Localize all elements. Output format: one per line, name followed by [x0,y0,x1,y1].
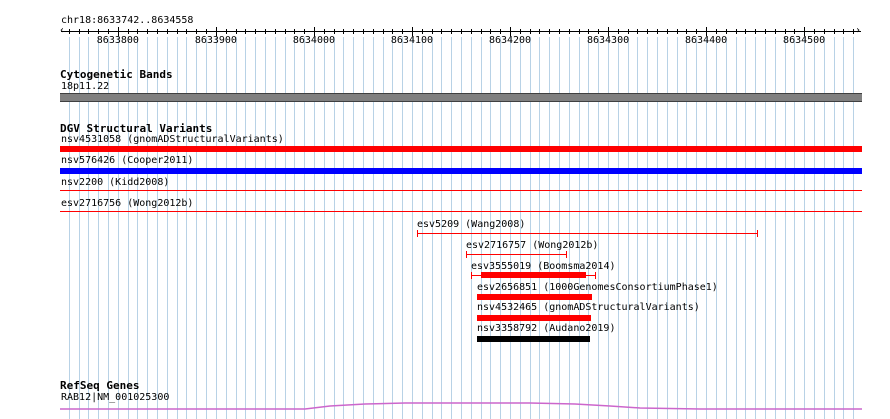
variant-bar[interactable] [481,272,586,278]
ruler-left-arrow-icon: ‹ [59,25,66,36]
variant-label: nsv576426 (Cooper2011) [61,155,194,166]
ruler-tick-label: 8633800 [96,35,139,46]
variant-label: nsv4532465 (gnomADStructuralVariants) [477,302,700,313]
ruler-tick-label: 8634200 [488,35,532,46]
variant-label: esv5209 (Wang2008) [417,219,526,230]
variant-line[interactable] [60,190,862,191]
variant-line[interactable] [417,233,758,234]
variant-end-tick [595,272,596,279]
variant-label: esv2656851 (1000GenomesConsortiumPhase1) [477,282,718,293]
cytoband-track-title: Cytogenetic Bands [60,68,173,81]
variant-label: nsv2200 (Kidd2008) [61,177,170,188]
location-label: chr18:8633742..8634558 [61,15,194,26]
ruler-tick-label: 8634300 [586,35,630,46]
ruler-tick-label: 8634100 [390,35,434,46]
genome-browser-view[interactable]: chr18:8633742..8634558 ‹ › 8633800 863390… [0,0,890,419]
cytoband-bar[interactable] [60,93,862,102]
ruler-line [61,31,861,32]
ruler-right-arrow-icon: › [855,25,862,36]
variant-bar[interactable] [477,336,590,342]
variant-bar[interactable] [60,168,862,174]
gene-coverage-line[interactable] [0,398,890,412]
variant-end-tick [757,230,758,237]
variant-end-tick [471,272,472,279]
variant-label: nsv4531058 (gnomADStructuralVariants) [61,134,284,145]
variant-bar[interactable] [60,146,862,152]
variant-label: esv2716757 (Wong2012b) [466,240,599,251]
ruler-tick-label: 8634400 [685,35,728,46]
refseq-track-title: RefSeq Genes [60,379,140,392]
cytoband-label: 18p11.22 [61,81,110,92]
variant-end-tick [466,251,467,258]
ruler-tick-label: 8633900 [194,35,237,46]
ruler-tick-label: 8634500 [783,35,826,46]
variant-bar[interactable] [477,315,591,321]
variant-bar[interactable] [477,294,592,300]
variant-line[interactable] [466,254,567,255]
variant-line[interactable] [60,211,862,212]
ruler-tick-label: 8634000 [292,35,336,46]
variant-end-tick [417,230,418,237]
variant-label: esv2716756 (Wong2012b) [61,198,194,209]
variant-end-tick [566,251,567,258]
variant-label: nsv3358792 (Audano2019) [477,323,616,334]
